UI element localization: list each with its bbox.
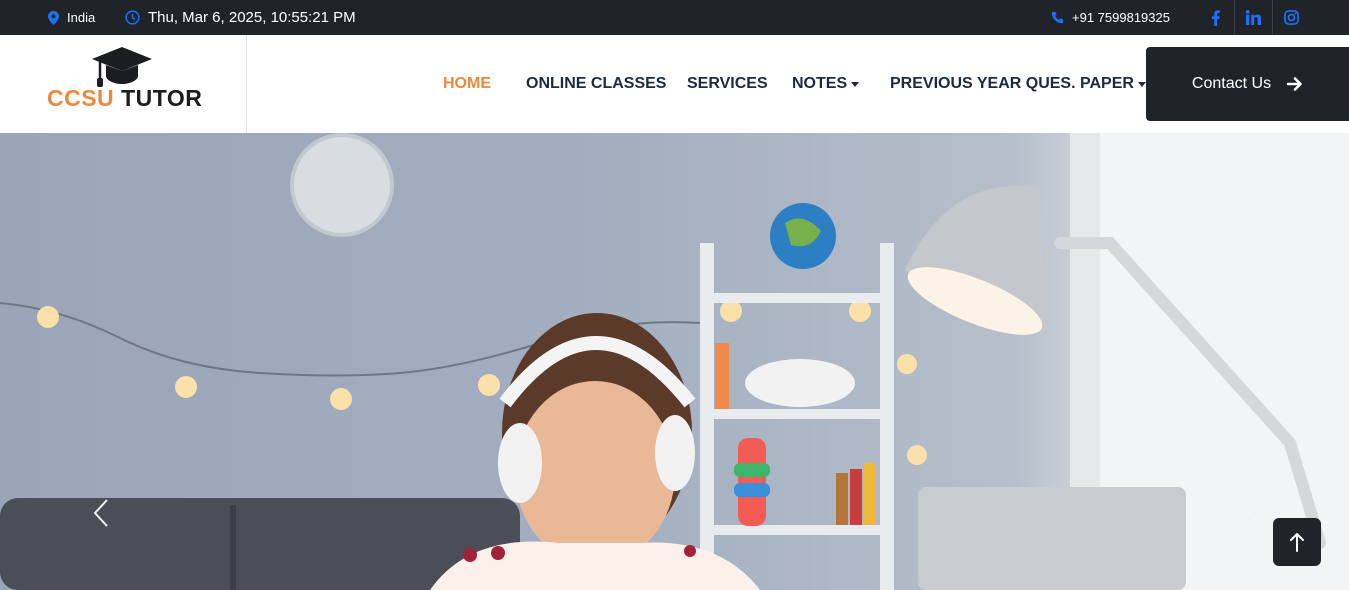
phone-icon	[1051, 11, 1064, 23]
brand-name: CCSU TUTOR	[47, 85, 203, 111]
caret-down-icon	[1137, 81, 1146, 87]
nav-notes[interactable]: NOTES	[792, 35, 860, 133]
datetime: Thu, Mar 6, 2025, 10:55:21 PM	[125, 0, 356, 35]
contact-us-button[interactable]: Contact Us	[1146, 47, 1349, 121]
map-pin-icon	[48, 10, 59, 25]
nav-notes-label: NOTES	[792, 75, 848, 92]
nav-home[interactable]: HOME	[443, 35, 491, 133]
logo[interactable]: CCSU TUTOR	[0, 35, 247, 133]
carousel-prev-icon[interactable]	[92, 498, 110, 528]
graduation-cap-icon	[92, 47, 152, 87]
main-header: CCSU TUTOR HOME ONLINE CLASSES SERVICES …	[0, 35, 1349, 133]
hero-image	[0, 133, 1349, 590]
clock-icon	[125, 10, 140, 25]
caret-down-icon	[851, 81, 860, 87]
social-links	[1196, 0, 1310, 35]
nav-previous-papers[interactable]: PREVIOUS YEAR QUES. PAPER	[890, 35, 1146, 133]
arrow-right-icon	[1287, 77, 1302, 91]
hero-carousel	[0, 133, 1349, 590]
arrow-up-icon	[1290, 533, 1304, 552]
location-text: India	[67, 10, 96, 25]
carousel-next-icon[interactable]	[1240, 498, 1258, 528]
phone-text: +91 7599819325	[1072, 10, 1170, 25]
linkedin-icon[interactable]	[1234, 0, 1272, 35]
contact-us-label: Contact Us	[1191, 75, 1272, 92]
back-to-top-button[interactable]	[1273, 518, 1321, 566]
instagram-icon[interactable]	[1272, 0, 1310, 35]
nav-online-classes[interactable]: ONLINE CLASSES	[526, 35, 666, 133]
phone[interactable]: +91 7599819325	[1050, 0, 1170, 35]
datetime-text: Thu, Mar 6, 2025, 10:55:21 PM	[148, 9, 356, 26]
location: India	[48, 0, 95, 35]
nav-previous-papers-label: PREVIOUS YEAR QUES. PAPER	[890, 75, 1134, 92]
top-bar: India Thu, Mar 6, 2025, 10:55:21 PM +91 …	[0, 0, 1349, 35]
nav-services[interactable]: SERVICES	[687, 35, 768, 133]
facebook-icon[interactable]	[1196, 0, 1234, 35]
